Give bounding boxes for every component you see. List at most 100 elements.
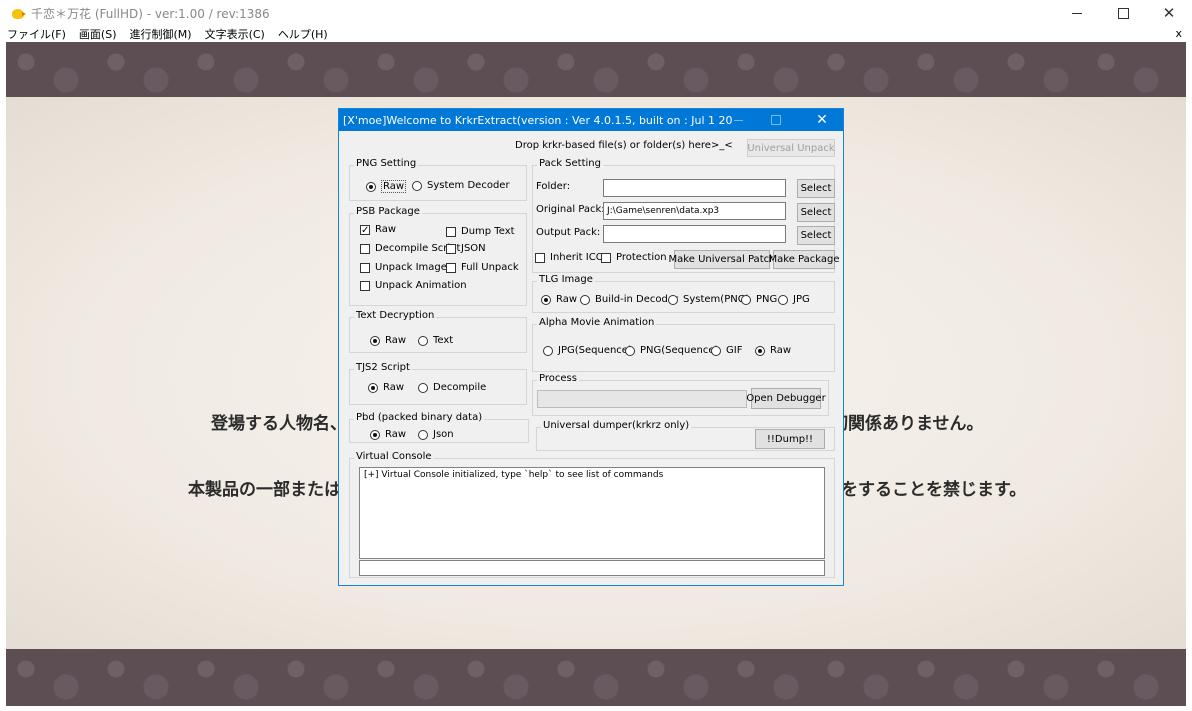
alpha-movie-label: Alpha Movie Animation bbox=[537, 317, 657, 328]
text-decryption-raw-label: Raw bbox=[385, 335, 407, 346]
radio-indicator bbox=[580, 294, 590, 305]
radio-indicator bbox=[418, 429, 428, 440]
pbd-label: Pbd (packed binary data) bbox=[354, 412, 485, 423]
pack-setting-label: Pack Setting bbox=[537, 158, 603, 169]
maximize-button[interactable] bbox=[1100, 0, 1146, 26]
amv-jpg-sequence-radio[interactable]: JPG(Sequence) bbox=[543, 345, 632, 356]
radio-indicator bbox=[418, 382, 428, 393]
dump-button[interactable]: !!Dump!! bbox=[755, 429, 825, 449]
full-unpack-checkbox[interactable]: Full Unpack bbox=[446, 262, 519, 273]
png-setting-label: PNG Setting bbox=[354, 158, 419, 169]
universal-unpack-button[interactable]: Universal Unpack bbox=[747, 139, 835, 157]
notice-line-2-right: をすることを禁じます。 bbox=[841, 480, 1027, 500]
check-indicator bbox=[535, 252, 545, 263]
folder-select-button[interactable]: Select bbox=[797, 179, 835, 198]
full-unpack-label: Full Unpack bbox=[461, 262, 519, 273]
check-indicator bbox=[446, 226, 456, 237]
dialog-title: [X'moe]Welcome to KrkrExtract(version : … bbox=[343, 113, 733, 127]
process-group: Process Open Debugger bbox=[532, 373, 829, 416]
output-pack-label: Output Pack: bbox=[536, 227, 601, 238]
tlg-build-in-decoder-radio[interactable]: Build-in Decoder bbox=[580, 294, 678, 305]
amv-raw-radio[interactable]: Raw bbox=[755, 345, 791, 356]
radio-indicator bbox=[412, 180, 422, 191]
unpack-image-checkbox[interactable]: Unpack Image bbox=[360, 262, 447, 273]
radio-indicator bbox=[741, 294, 751, 305]
dump-text-checkbox[interactable]: Dump Text bbox=[446, 226, 515, 237]
radio-indicator bbox=[755, 345, 765, 356]
check-indicator bbox=[601, 252, 611, 263]
unpack-animation-checkbox[interactable]: Unpack Animation bbox=[360, 280, 467, 291]
tlg-png-radio[interactable]: PNG bbox=[741, 294, 777, 305]
tlg-raw-label: Raw bbox=[556, 294, 578, 305]
protection-label: Protection bbox=[616, 252, 667, 263]
pbd-json-label: Json bbox=[433, 429, 454, 440]
amv-png-sequence-radio[interactable]: PNG(Sequence) bbox=[625, 345, 718, 356]
radio-indicator bbox=[543, 345, 553, 356]
menu-text-display[interactable]: 文字表示(C) bbox=[204, 26, 266, 42]
text-decryption-raw-radio[interactable]: Raw bbox=[370, 335, 406, 346]
menu-file[interactable]: ファイル(F) bbox=[6, 26, 67, 42]
text-decryption-text-label: Text bbox=[433, 335, 454, 346]
pbd-group: Pbd (packed binary data) Raw Json bbox=[349, 412, 529, 443]
radio-indicator bbox=[418, 335, 428, 346]
menubar-close-button[interactable]: x bbox=[1175, 27, 1182, 40]
dialog-maximize-button[interactable] bbox=[761, 109, 791, 131]
tlg-png-label: PNG bbox=[756, 294, 778, 305]
check-indicator bbox=[360, 262, 370, 273]
png-raw-radio[interactable]: Raw bbox=[366, 180, 407, 193]
virtual-console-group: Virtual Console [+] Virtual Console init… bbox=[349, 451, 835, 578]
tlg-jpg-radio[interactable]: JPG bbox=[778, 294, 810, 305]
folder-label: Folder: bbox=[536, 181, 571, 192]
output-pack-select-button[interactable]: Select bbox=[797, 226, 835, 245]
pbd-json-radio[interactable]: Json bbox=[418, 429, 454, 440]
tlg-build-in-decoder-label: Build-in Decoder bbox=[595, 294, 679, 305]
menu-progress-control[interactable]: 進行制御(M) bbox=[129, 26, 193, 42]
menu-screen[interactable]: 画面(S) bbox=[78, 26, 118, 42]
make-package-button[interactable]: Make Package bbox=[769, 250, 840, 269]
check-indicator bbox=[360, 243, 370, 254]
dialog-titlebar[interactable]: [X'moe]Welcome to KrkrExtract(version : … bbox=[339, 109, 843, 131]
png-system-decoder-radio[interactable]: System Decoder bbox=[412, 180, 510, 191]
minimize-button[interactable] bbox=[1054, 0, 1100, 26]
json-checkbox[interactable]: JSON bbox=[446, 243, 486, 254]
tjs2-raw-label: Raw bbox=[383, 382, 405, 393]
console-input[interactable] bbox=[359, 560, 825, 576]
menu-help[interactable]: ヘルプ(H) bbox=[277, 26, 329, 42]
amv-gif-label: GIF bbox=[726, 345, 743, 356]
make-universal-patch-button[interactable]: Make Universal Patch bbox=[669, 250, 775, 269]
main-window-titlebar[interactable]: 千恋＊万花 (FullHD) - ver:1.00 / rev:1386 ✕ bbox=[0, 0, 1192, 26]
check-indicator bbox=[446, 262, 456, 273]
tlg-raw-radio[interactable]: Raw bbox=[541, 294, 577, 305]
original-pack-select-button[interactable]: Select bbox=[797, 203, 835, 222]
png-system-decoder-label: System Decoder bbox=[427, 180, 510, 191]
tjs2-raw-radio[interactable]: Raw bbox=[368, 382, 404, 393]
radio-indicator bbox=[370, 335, 380, 346]
protection-checkbox[interactable]: Protection bbox=[601, 252, 667, 263]
psb-raw-checkbox[interactable]: Raw bbox=[360, 224, 396, 235]
text-decryption-text-radio[interactable]: Text bbox=[418, 335, 453, 346]
png-setting-group: PNG Setting Raw System Decoder bbox=[349, 158, 527, 201]
notice-line-1-left: 登場する人物名、 bbox=[211, 414, 347, 434]
tjs2-decompile-radio[interactable]: Decompile bbox=[418, 382, 486, 393]
output-pack-input[interactable] bbox=[603, 225, 786, 243]
original-pack-input[interactable]: J:\Game\senren\data.xp3 bbox=[603, 202, 786, 220]
pbd-raw-label: Raw bbox=[385, 429, 407, 440]
tlg-jpg-label: JPG bbox=[793, 294, 810, 305]
close-button[interactable]: ✕ bbox=[1146, 0, 1192, 26]
console-output[interactable]: [+] Virtual Console initialized, type `h… bbox=[359, 467, 825, 559]
folder-input[interactable] bbox=[603, 179, 786, 197]
text-decryption-label: Text Decryption bbox=[354, 310, 437, 321]
inherit-icon-checkbox[interactable]: Inherit ICON bbox=[535, 252, 611, 263]
radio-indicator bbox=[668, 294, 678, 305]
amv-png-sequence-label: PNG(Sequence) bbox=[640, 345, 719, 356]
tlg-system-png-radio[interactable]: System(PNG) bbox=[668, 294, 749, 305]
pbd-raw-radio[interactable]: Raw bbox=[370, 429, 406, 440]
open-debugger-button[interactable]: Open Debugger bbox=[746, 388, 826, 409]
amv-jpg-sequence-label: JPG(Sequence) bbox=[558, 345, 632, 356]
check-indicator bbox=[360, 224, 370, 235]
tjs2-script-label: TJS2 Script bbox=[354, 362, 412, 373]
amv-gif-radio[interactable]: GIF bbox=[711, 345, 742, 356]
dialog-minimize-button[interactable] bbox=[723, 109, 753, 131]
universal-dumper-label: Universal dumper(krkrz only) bbox=[541, 420, 692, 431]
dialog-close-button[interactable]: ✕ bbox=[807, 109, 837, 131]
